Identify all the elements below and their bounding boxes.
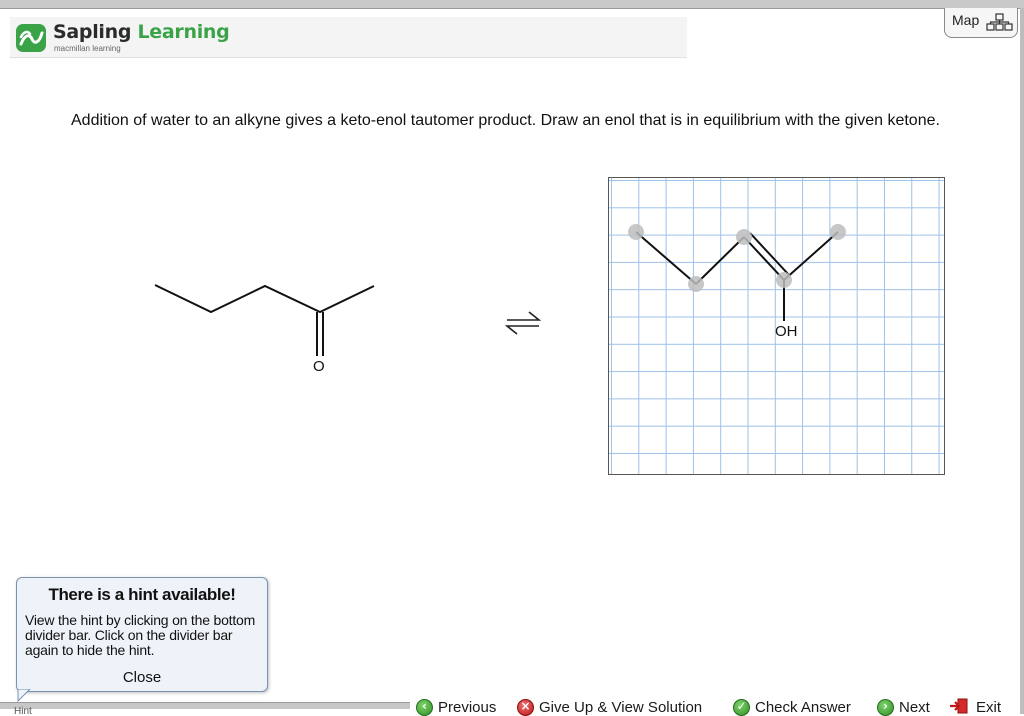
exit-label: Exit [976, 699, 1002, 716]
brand-name: Sapling Learning [53, 21, 230, 43]
check-answer-icon: ✓ [733, 699, 750, 716]
brand-subtitle: macmillan learning [54, 44, 121, 53]
hint-tab[interactable]: Hint [14, 706, 64, 714]
bottom-navigation-bar: Hint ‹ Previous × Give Up & View Solutio… [0, 698, 1024, 716]
check-answer-button[interactable]: ✓ Check Answer [733, 698, 871, 716]
previous-button[interactable]: ‹ Previous [416, 698, 512, 716]
right-border [1020, 8, 1024, 714]
sapling-logo-icon [16, 24, 46, 52]
hint-close-button[interactable]: Close [17, 669, 267, 686]
give-up-view-solution-button[interactable]: × Give Up & View Solution [517, 698, 727, 716]
next-label: Next [899, 699, 930, 716]
next-button[interactable]: › Next [877, 698, 943, 716]
previous-label: Previous [438, 699, 497, 716]
question-text: Addition of water to an alkyne gives a k… [71, 112, 940, 129]
give-up-x-icon: × [517, 699, 534, 716]
next-arrow-icon: › [877, 699, 894, 716]
give-up-label: Give Up & View Solution [539, 699, 703, 716]
atom-node[interactable] [830, 224, 846, 240]
given-ketone-structure: O [154, 284, 375, 375]
check-answer-label: Check Answer [755, 699, 851, 716]
previous-arrow-icon: ‹ [416, 699, 433, 716]
hint-title: There is a hint available! [48, 585, 236, 604]
sitemap-icon [986, 13, 1013, 31]
atom-node[interactable] [628, 224, 644, 240]
top-border [0, 0, 1024, 9]
atom-node[interactable] [736, 229, 752, 245]
enol-structure: OH [628, 224, 846, 340]
atom-node[interactable] [688, 276, 704, 292]
map-button[interactable]: Map [944, 8, 1018, 38]
drawing-canvas[interactable]: OH [608, 177, 945, 475]
map-button-label: Map [952, 12, 980, 28]
hint-callout: There is a hint available! View the hint… [16, 577, 268, 692]
brand-header: Sapling Learning macmillan learning [10, 17, 687, 58]
equilibrium-arrows-icon [504, 311, 542, 335]
exit-door-icon [950, 698, 968, 714]
atom-node[interactable] [776, 272, 792, 288]
ketone-oxygen-label: O [313, 358, 325, 375]
hint-body: View the hint by clicking on the bottom … [25, 612, 256, 658]
exit-button[interactable]: Exit [949, 698, 1013, 716]
hydroxyl-label: OH [775, 323, 798, 340]
